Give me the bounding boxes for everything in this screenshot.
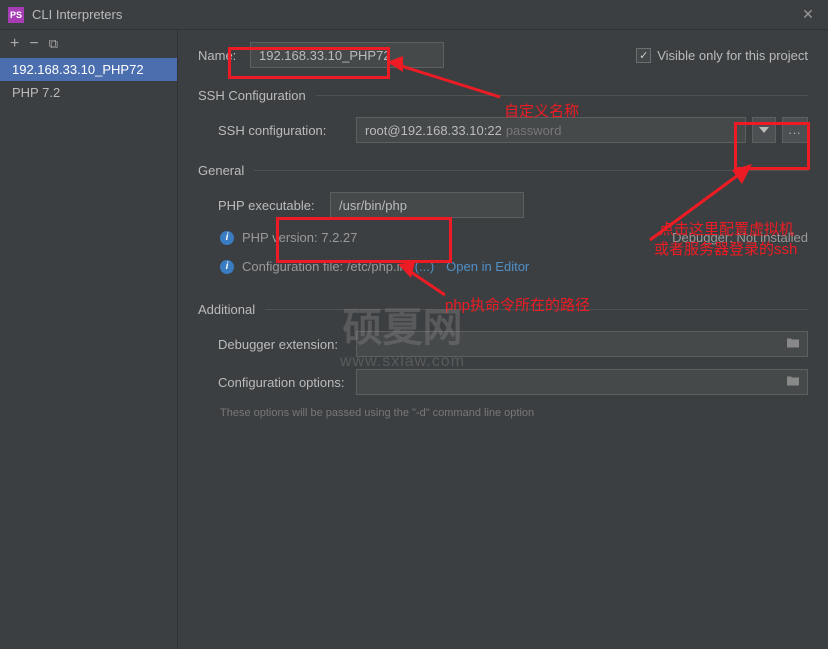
debugger-ext-row: Debugger extension: <box>198 331 808 357</box>
add-icon[interactable]: + <box>10 35 19 53</box>
php-version-info: i PHP version: 7.2.27 Debugger: Not inst… <box>220 230 808 245</box>
app-icon: PS <box>8 7 24 23</box>
ssh-config-input[interactable]: root@192.168.33.10:22 password <box>356 117 746 143</box>
config-options-row: Configuration options: <box>198 369 808 395</box>
sidebar-item-label: 192.168.33.10_PHP72 <box>12 62 144 77</box>
php-exe-label: PHP executable: <box>198 198 330 213</box>
config-options-input[interactable] <box>356 369 808 395</box>
ssh-section-title: SSH Configuration <box>198 88 808 103</box>
ssh-password-hint: password <box>506 123 562 138</box>
info-icon: i <box>220 231 234 245</box>
general-section-title: General <box>198 163 808 178</box>
sidebar-item-label: PHP 7.2 <box>12 85 60 100</box>
visible-only-checkbox[interactable] <box>636 48 651 63</box>
config-file-info: i Configuration file: /etc/php.ini (...)… <box>220 259 808 274</box>
debugger-status: Debugger: Not installed <box>672 230 808 245</box>
sidebar-item-1[interactable]: 192.168.33.10_PHP72 <box>0 58 177 81</box>
ssh-combo: root@192.168.33.10:22 password ... <box>356 117 808 143</box>
debugger-ext-input[interactable] <box>356 331 808 357</box>
content-panel: Name: Visible only for this project SSH … <box>178 30 828 649</box>
options-hint: These options will be passed using the "… <box>220 407 808 419</box>
php-exe-row: PHP executable: <box>198 192 808 218</box>
ssh-config-label: SSH configuration: <box>198 123 356 138</box>
debugger-ext-label: Debugger extension: <box>198 337 356 352</box>
close-icon[interactable]: ✕ <box>796 6 820 23</box>
name-label: Name: <box>198 48 250 63</box>
ssh-value-text: root@192.168.33.10:22 <box>365 123 502 138</box>
remove-icon[interactable]: − <box>29 35 38 53</box>
php-version-text: PHP version: 7.2.27 <box>242 230 357 245</box>
visible-only-label: Visible only for this project <box>657 48 808 63</box>
sidebar-toolbar: + − ⧉ <box>0 30 177 58</box>
config-ellipsis-link[interactable]: (...) <box>415 259 435 274</box>
name-row: Name: Visible only for this project <box>198 42 808 68</box>
config-file-text: Configuration file: /etc/php.ini <box>242 259 410 274</box>
window-title: CLI Interpreters <box>32 7 796 22</box>
ssh-dropdown-button[interactable] <box>752 117 776 143</box>
sidebar-item-2[interactable]: PHP 7.2 <box>0 81 177 104</box>
name-input[interactable] <box>250 42 444 68</box>
config-options-label: Configuration options: <box>198 375 356 390</box>
copy-icon[interactable]: ⧉ <box>49 36 58 52</box>
info-icon: i <box>220 260 234 274</box>
open-in-editor-link[interactable]: Open in Editor <box>446 259 529 274</box>
sidebar: + − ⧉ 192.168.33.10_PHP72 PHP 7.2 <box>0 30 178 649</box>
main-area: + − ⧉ 192.168.33.10_PHP72 PHP 7.2 Name: … <box>0 30 828 649</box>
section-label: General <box>198 163 244 178</box>
ssh-config-row: SSH configuration: root@192.168.33.10:22… <box>198 117 808 143</box>
ssh-browse-button[interactable]: ... <box>782 117 808 143</box>
php-exe-input[interactable] <box>330 192 524 218</box>
section-label: SSH Configuration <box>198 88 306 103</box>
titlebar: PS CLI Interpreters ✕ <box>0 0 828 30</box>
additional-section-title: Additional <box>198 302 808 317</box>
section-label: Additional <box>198 302 255 317</box>
